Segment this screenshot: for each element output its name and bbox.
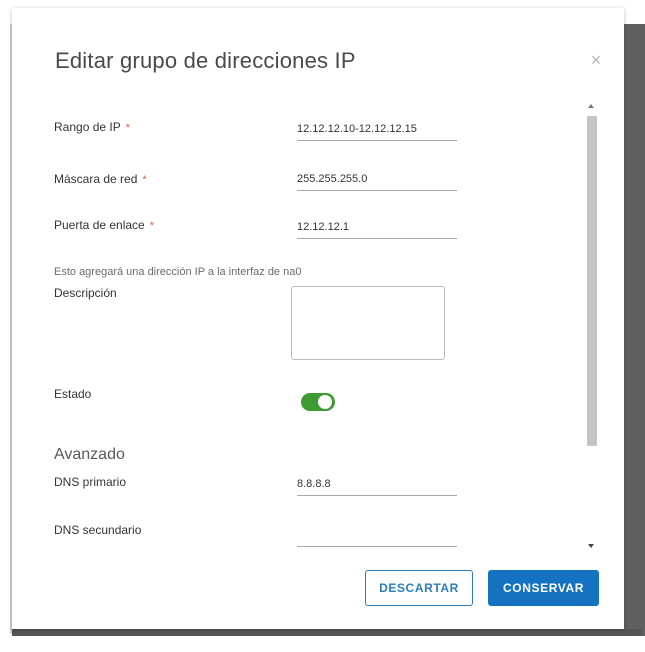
- toggle-knob: [318, 395, 332, 409]
- discard-button[interactable]: DESCARTAR: [365, 570, 473, 606]
- netmask-label-text: Máscara de red: [54, 172, 138, 186]
- ip-range-label: Rango de IP *: [54, 120, 130, 134]
- netmask-label: Máscara de red *: [54, 172, 147, 186]
- backdrop-overlay-bottom: [12, 629, 642, 636]
- scroll-down-arrow-icon[interactable]: [588, 544, 594, 548]
- scroll-up-arrow-icon[interactable]: [588, 104, 594, 108]
- required-asterisk: *: [142, 174, 147, 186]
- description-textarea[interactable]: [291, 286, 445, 360]
- netmask-input[interactable]: [297, 168, 457, 191]
- dns-primary-input[interactable]: [297, 473, 457, 496]
- status-label: Estado: [54, 387, 92, 401]
- dns-secondary-label: DNS secundario: [54, 523, 142, 537]
- dns-secondary-input[interactable]: [297, 524, 457, 547]
- gateway-input[interactable]: [297, 216, 457, 239]
- dialog-title: Editar grupo de direcciones IP: [55, 48, 356, 73]
- ip-range-label-text: Rango de IP: [54, 120, 121, 134]
- required-asterisk: *: [149, 220, 155, 232]
- scrollbar-thumb[interactable]: [587, 116, 597, 446]
- close-icon[interactable]: ×: [586, 50, 606, 70]
- backdrop-overlay-right: [624, 24, 645, 636]
- status-toggle[interactable]: [301, 393, 335, 411]
- dns-primary-label: DNS primario: [54, 475, 127, 489]
- gateway-label-text: Puerta de enlace: [54, 218, 145, 232]
- gateway-label: Puerta de enlace *: [54, 218, 154, 232]
- advanced-section-title: Avanzado: [54, 446, 125, 463]
- dialog-body: Rango de IP * Máscara de red * Puerta de e…: [12, 98, 624, 553]
- gateway-helper-text: Esto agregará una dirección IP a la inte…: [54, 266, 302, 278]
- ip-range-input[interactable]: [297, 118, 457, 141]
- description-label: Descripción: [54, 286, 117, 300]
- required-asterisk: *: [125, 122, 130, 134]
- save-button[interactable]: CONSERVAR: [488, 570, 599, 606]
- edit-ip-pool-dialog: Editar grupo de direcciones IP × Rango d…: [12, 8, 624, 629]
